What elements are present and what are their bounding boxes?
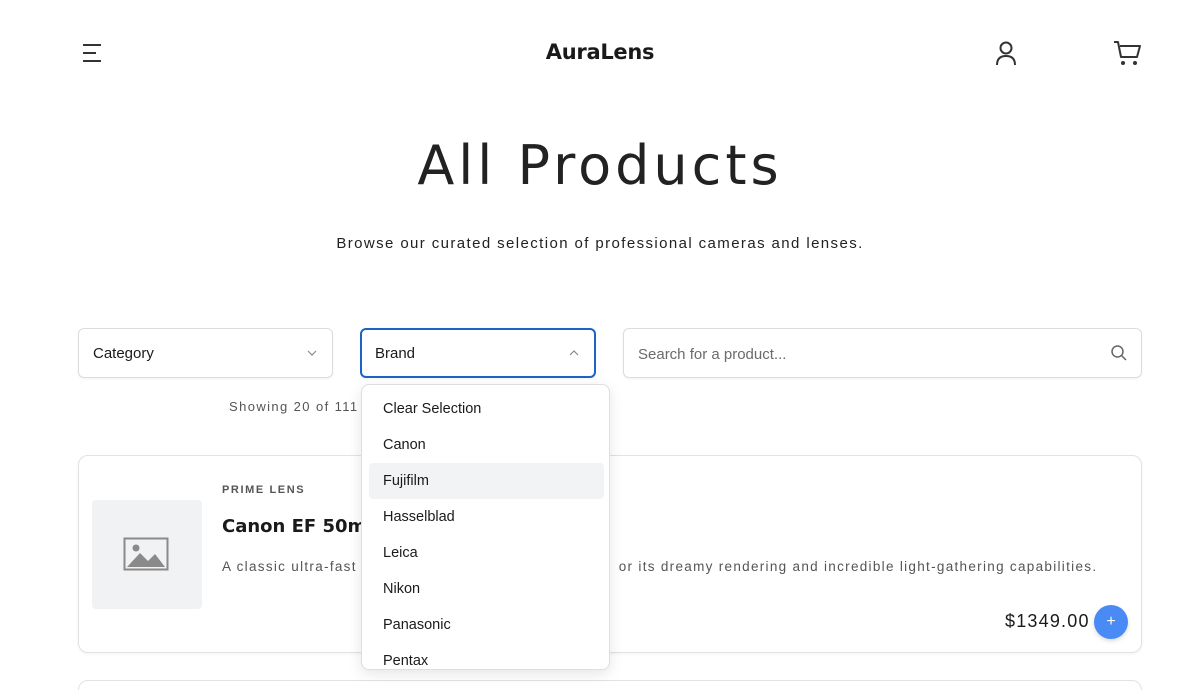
add-to-cart-button[interactable]: + — [1094, 605, 1128, 639]
product-card[interactable]: PRIME LENS Canon EF 50mm f A classic ult… — [78, 455, 1142, 653]
product-image-placeholder[interactable] — [92, 500, 202, 609]
product-card[interactable] — [78, 680, 1142, 690]
brand-option-nikon[interactable]: Nikon — [369, 571, 604, 607]
brand-option-fujifilm[interactable]: Fujifilm — [369, 463, 604, 499]
chevron-down-icon — [307, 350, 317, 356]
search-box — [623, 328, 1142, 378]
site-logo[interactable]: AuraLens — [0, 40, 1200, 64]
category-select-label: Category — [93, 345, 154, 362]
brand-option-clear[interactable]: Clear Selection — [369, 391, 604, 427]
brand-option-canon[interactable]: Canon — [369, 427, 604, 463]
product-description-start: A classic ultra-fast pri — [222, 559, 381, 574]
product-description-end: or its dreamy rendering and incredible l… — [618, 559, 1098, 574]
brand-option-hasselblad[interactable]: Hasselblad — [369, 499, 604, 535]
product-description: A classic ultra-fast pri or its dreamy re… — [222, 559, 1097, 574]
product-category: PRIME LENS — [222, 484, 306, 496]
page-subtitle: Browse our curated selection of professi… — [336, 235, 864, 252]
search-icon[interactable] — [1110, 344, 1128, 362]
brand-option-pentax[interactable]: Pentax — [369, 643, 604, 669]
chevron-up-icon — [569, 350, 579, 356]
site-header: AuraLens — [0, 0, 1200, 108]
brand-select[interactable]: Brand — [360, 328, 596, 378]
page-title: All Products — [417, 134, 783, 197]
user-icon[interactable] — [993, 40, 1019, 68]
category-select[interactable]: Category — [78, 328, 333, 378]
brand-select-label: Brand — [375, 345, 416, 362]
search-input[interactable] — [638, 343, 1078, 365]
brand-dropdown-menu: Clear Selection Canon Fujifilm Hasselbla… — [361, 384, 610, 670]
cart-icon[interactable] — [1112, 39, 1142, 67]
brand-option-panasonic[interactable]: Panasonic — [369, 607, 604, 643]
brand-option-leica[interactable]: Leica — [369, 535, 604, 571]
image-icon — [123, 537, 169, 571]
product-price: $1349.00 — [1005, 611, 1090, 631]
